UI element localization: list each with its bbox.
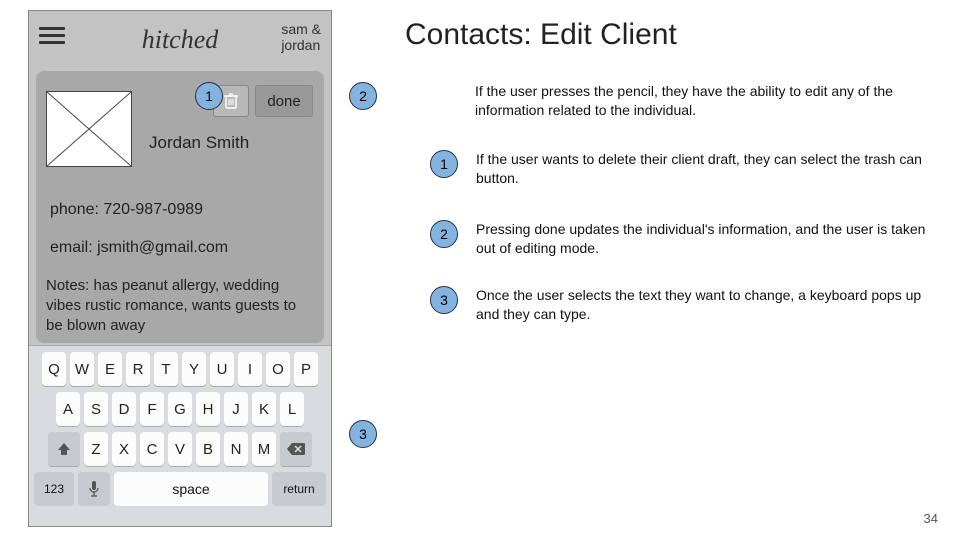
key-n[interactable]: N (224, 432, 248, 466)
bullet-num-1: 1 (430, 150, 458, 178)
numbers-key[interactable]: 123 (34, 472, 74, 506)
key-d[interactable]: D (112, 392, 136, 426)
key-g[interactable]: G (168, 392, 192, 426)
keyboard-row-3: ZXCVBNM (29, 432, 331, 466)
callout-pin-2: 2 (349, 82, 377, 110)
bullet-num-3: 3 (430, 286, 458, 314)
notes-field[interactable]: Notes: has peanut allergy, wedding vibes… (46, 276, 314, 336)
bullet-text-3: Once the user selects the text they want… (476, 286, 940, 324)
key-z[interactable]: Z (84, 432, 108, 466)
intro-text: If the user presses the pencil, they hav… (475, 82, 930, 120)
email-field[interactable]: email: jsmith@gmail.com (50, 239, 228, 257)
key-p[interactable]: P (294, 352, 318, 386)
key-f[interactable]: F (140, 392, 164, 426)
key-s[interactable]: S (84, 392, 108, 426)
key-q[interactable]: Q (42, 352, 66, 386)
key-m[interactable]: M (252, 432, 276, 466)
key-c[interactable]: C (140, 432, 164, 466)
keyboard: QWERTYUIOP ASDFGHJKL ZXCVBNM 123 space r… (29, 345, 331, 526)
keyboard-row-2: ASDFGHJKL (29, 392, 331, 426)
done-button[interactable]: done (255, 85, 313, 117)
trash-icon (223, 92, 239, 110)
key-i[interactable]: I (238, 352, 262, 386)
callout-pin-3: 3 (349, 420, 377, 448)
bullet-num-2: 2 (430, 220, 458, 248)
space-key[interactable]: space (114, 472, 268, 506)
key-y[interactable]: Y (182, 352, 206, 386)
key-w[interactable]: W (70, 352, 94, 386)
return-key[interactable]: return (272, 472, 326, 506)
photo-placeholder[interactable] (46, 91, 132, 167)
couple-names: sam & jordan (281, 21, 321, 53)
couple-line2: jordan (281, 37, 321, 53)
shift-icon (57, 442, 71, 456)
mic-key[interactable] (78, 472, 110, 506)
key-v[interactable]: V (168, 432, 192, 466)
bullet-2: 2 Pressing done updates the individual's… (430, 220, 940, 258)
backspace-key[interactable] (280, 432, 312, 466)
keyboard-row-4: 123 space return (34, 472, 326, 506)
shift-key[interactable] (48, 432, 80, 466)
mic-icon (88, 480, 100, 498)
keyboard-row-1: QWERTYUIOP (29, 352, 331, 386)
key-b[interactable]: B (196, 432, 220, 466)
key-a[interactable]: A (56, 392, 80, 426)
page-number: 34 (924, 511, 938, 526)
key-u[interactable]: U (210, 352, 234, 386)
bullet-text-2: Pressing done updates the individual's i… (476, 220, 940, 258)
key-o[interactable]: O (266, 352, 290, 386)
phone-mock: hitched sam & jordan done Jordan Smith p… (28, 10, 332, 527)
couple-line1: sam & (281, 21, 321, 37)
backspace-icon (286, 442, 306, 456)
key-k[interactable]: K (252, 392, 276, 426)
phone-header: hitched sam & jordan (29, 11, 331, 69)
page-title: Contacts: Edit Client (405, 18, 677, 52)
key-t[interactable]: T (154, 352, 178, 386)
callout-pin-1: 1 (195, 82, 223, 110)
slide: hitched sam & jordan done Jordan Smith p… (0, 0, 960, 540)
phone-field[interactable]: phone: 720-987-0989 (50, 201, 203, 219)
bullet-text-1: If the user wants to delete their client… (476, 150, 940, 188)
bullet-3: 3 Once the user selects the text they wa… (430, 286, 940, 324)
key-e[interactable]: E (98, 352, 122, 386)
bullet-1: 1 If the user wants to delete their clie… (430, 150, 940, 188)
client-card: done Jordan Smith phone: 720-987-0989 em… (36, 71, 324, 343)
key-r[interactable]: R (126, 352, 150, 386)
key-x[interactable]: X (112, 432, 136, 466)
key-l[interactable]: L (280, 392, 304, 426)
key-j[interactable]: J (224, 392, 248, 426)
key-h[interactable]: H (196, 392, 220, 426)
client-name[interactable]: Jordan Smith (149, 133, 249, 153)
